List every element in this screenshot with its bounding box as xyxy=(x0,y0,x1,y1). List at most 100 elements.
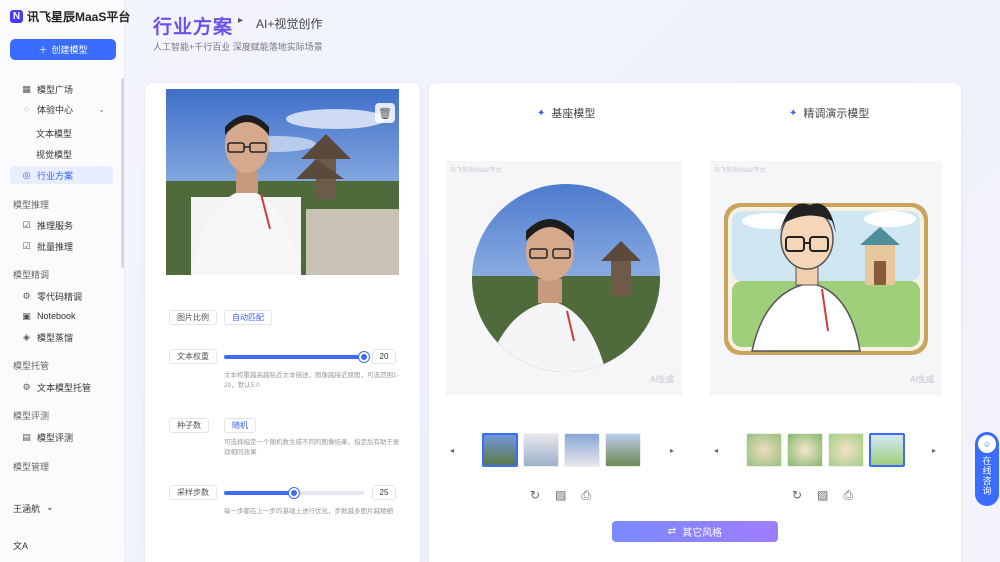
other-style-label: 其它风格 xyxy=(682,528,723,539)
watermark-text: 讯飞星辰MaaS平台 xyxy=(450,168,502,174)
text-weight-slider[interactable] xyxy=(224,352,369,362)
thumbs-next-icon[interactable]: ▸ xyxy=(932,446,936,455)
sidebar-group-manage: 模型管理 xyxy=(13,462,50,472)
create-model-button[interactable]: ＋ 创建模型 xyxy=(10,39,116,60)
seed-select[interactable]: 随机 xyxy=(224,418,256,433)
steps-input[interactable]: 25 xyxy=(372,485,396,500)
slider-knob[interactable] xyxy=(359,352,369,362)
consult-label: 在线咨询 xyxy=(982,456,992,496)
uploaded-photo: 🗑 xyxy=(166,89,399,275)
circle-icon: ◎ xyxy=(22,169,31,180)
avatar: ☺ xyxy=(978,435,996,453)
sidebar-item-inference-service[interactable]: ☑ 推理服务 xyxy=(10,216,113,234)
swap-icon: ⇄ xyxy=(667,526,677,537)
sidebar-item-label: 文本模型托管 xyxy=(37,382,92,393)
text-weight-input[interactable]: 20 xyxy=(372,349,396,364)
base-model-title: ✦ 基座模型 xyxy=(537,105,595,121)
sidebar-item-label: 模型评测 xyxy=(37,432,74,443)
photo-image xyxy=(166,89,399,275)
refresh-icon[interactable]: ↻ xyxy=(530,488,540,503)
gear-icon: ⚙ xyxy=(22,290,31,301)
slider-fill xyxy=(224,491,294,495)
app-logo[interactable]: N 讯飞星辰MaaS平台 xyxy=(10,8,130,25)
text-weight-label: 文本权重 xyxy=(169,349,217,364)
steps-desc: 每一步都在上一步的基础上进行优化，步数越多图片越精细 xyxy=(224,508,393,515)
sidebar-item-eval[interactable]: ▤ 模型评测 xyxy=(10,428,113,446)
sidebar-group-hosting: 模型托管 xyxy=(13,361,50,371)
thumbnail[interactable] xyxy=(482,433,518,467)
language-switch[interactable]: 文A xyxy=(13,539,28,552)
thumbnail[interactable] xyxy=(787,433,823,467)
sidebar-item-text-model[interactable]: 文本模型 xyxy=(36,127,72,140)
sidebar-item-label: 零代码精调 xyxy=(37,291,83,302)
sidebar-item-vision-model[interactable]: 视觉模型 xyxy=(36,148,72,161)
tuned-model-title-text: 精调演示模型 xyxy=(803,108,870,120)
thumbnail[interactable] xyxy=(523,433,559,467)
seed-desc: 可选择指定一个随机数生成不同的图像结果，指定后有助于复现相同效果 xyxy=(224,439,400,456)
base-thumbnails xyxy=(482,433,641,467)
refresh-icon[interactable]: ↻ xyxy=(792,488,802,503)
watermark-text: 讯飞星辰MaaS平台 xyxy=(714,168,766,174)
sidebar-item-model-square[interactable]: ▦ 模型广场 xyxy=(10,80,113,98)
sidebar-item-label: Notebook xyxy=(37,311,76,321)
ratio-select[interactable]: 自动匹配 xyxy=(224,310,272,325)
chevron-down-icon: ⌄ xyxy=(46,502,54,512)
thumbs-prev-icon[interactable]: ◂ xyxy=(714,446,718,455)
tuned-result-image: 讯飞星辰MaaS平台 AI生成 xyxy=(710,161,942,395)
sidebar-item-text-hosting[interactable]: ⚙ 文本模型托管 xyxy=(10,378,113,396)
sidebar-item-industry-solution[interactable]: ◎ 行业方案 xyxy=(10,166,113,184)
parameter-panel: 🗑 图片比例 自动匹配 文本权重 20 文本权重越高越贴近文本描述，图像越接近原… xyxy=(145,83,420,562)
online-consult-button[interactable]: ☺ 在线咨询 xyxy=(975,432,999,506)
thumbnail[interactable] xyxy=(828,433,864,467)
sidebar-item-label: 模型蒸馏 xyxy=(37,332,74,343)
print-icon[interactable]: ⎙ xyxy=(843,488,853,503)
magic-wand-icon: ✦ xyxy=(789,107,798,119)
page-title: 行业方案 xyxy=(153,17,234,38)
slider-fill xyxy=(224,355,364,359)
tuned-thumbnails xyxy=(746,433,905,467)
logo-icon: N xyxy=(10,10,23,23)
sidebar-item-label: 模型广场 xyxy=(37,84,74,95)
notebook-icon: ▣ xyxy=(22,310,31,321)
create-model-label: 创建模型 xyxy=(51,45,88,55)
ai-generated-tag: AI生成 xyxy=(650,375,674,384)
sidebar-group-finetune: 模型精调 xyxy=(13,270,50,280)
thumbs-prev-icon[interactable]: ◂ xyxy=(450,446,454,455)
gear-icon: ⚙ xyxy=(22,381,31,392)
thumbnail[interactable] xyxy=(564,433,600,467)
sidebar-item-notebook[interactable]: ▣ Notebook xyxy=(10,307,113,325)
sidebar-item-experience-center[interactable]: ◌ 体验中心 ⌄ xyxy=(10,100,113,118)
base-result-image: 讯飞星辰MaaS平台 AI生成 xyxy=(446,161,682,395)
sidebar-item-label: 体验中心 xyxy=(37,104,74,115)
print-icon[interactable]: ⎙ xyxy=(581,488,591,503)
thumbnail[interactable] xyxy=(605,433,641,467)
base-actions: ↻ ▨ ⎙ xyxy=(530,488,591,503)
image-icon[interactable]: ▨ xyxy=(817,488,828,503)
text-weight-desc: 文本权重越高越贴近文本描述，图像越接近原图，可选范围1-20，默认5.0 xyxy=(224,372,399,389)
sidebar-scrollbar[interactable] xyxy=(121,78,124,268)
thumbnail[interactable] xyxy=(746,433,782,467)
delete-icon[interactable]: 🗑 xyxy=(375,103,395,123)
sidebar-item-zero-code-finetune[interactable]: ⚙ 零代码精调 xyxy=(10,287,113,305)
tuned-actions: ↻ ▨ ⎙ xyxy=(792,488,853,503)
thumbs-next-icon[interactable]: ▸ xyxy=(670,446,674,455)
image-icon[interactable]: ▨ xyxy=(555,488,566,503)
sidebar-item-label: 推理服务 xyxy=(37,220,74,231)
seed-label: 种子数 xyxy=(169,418,209,433)
circle-icon: ◌ xyxy=(23,103,30,114)
ratio-label: 图片比例 xyxy=(169,310,217,325)
user-menu[interactable]: 王涵航 ⌄ xyxy=(13,502,54,515)
sidebar-item-batch-inference[interactable]: ☑ 批量推理 xyxy=(10,237,113,255)
chevron-down-icon: ⌄ xyxy=(98,104,105,114)
thumbnail[interactable] xyxy=(869,433,905,467)
sidebar-item-distill[interactable]: ◈ 模型蒸馏 xyxy=(10,328,113,346)
result-panel: ✦ 基座模型 ✦ 精调演示模型 讯飞星辰MaaS平台 AI生成 讯飞星辰MaaS… xyxy=(429,83,961,562)
sidebar-item-label: 批量推理 xyxy=(37,241,74,252)
slider-knob[interactable] xyxy=(289,488,299,498)
breadcrumb: AI+视觉创作 xyxy=(256,17,323,31)
chevron-right-icon: ▸ xyxy=(238,15,244,26)
steps-slider[interactable] xyxy=(224,488,364,498)
tuned-model-title: ✦ 精调演示模型 xyxy=(789,105,869,121)
other-style-button[interactable]: ⇄ 其它风格 xyxy=(612,521,778,542)
cartoon-badge xyxy=(724,203,928,355)
